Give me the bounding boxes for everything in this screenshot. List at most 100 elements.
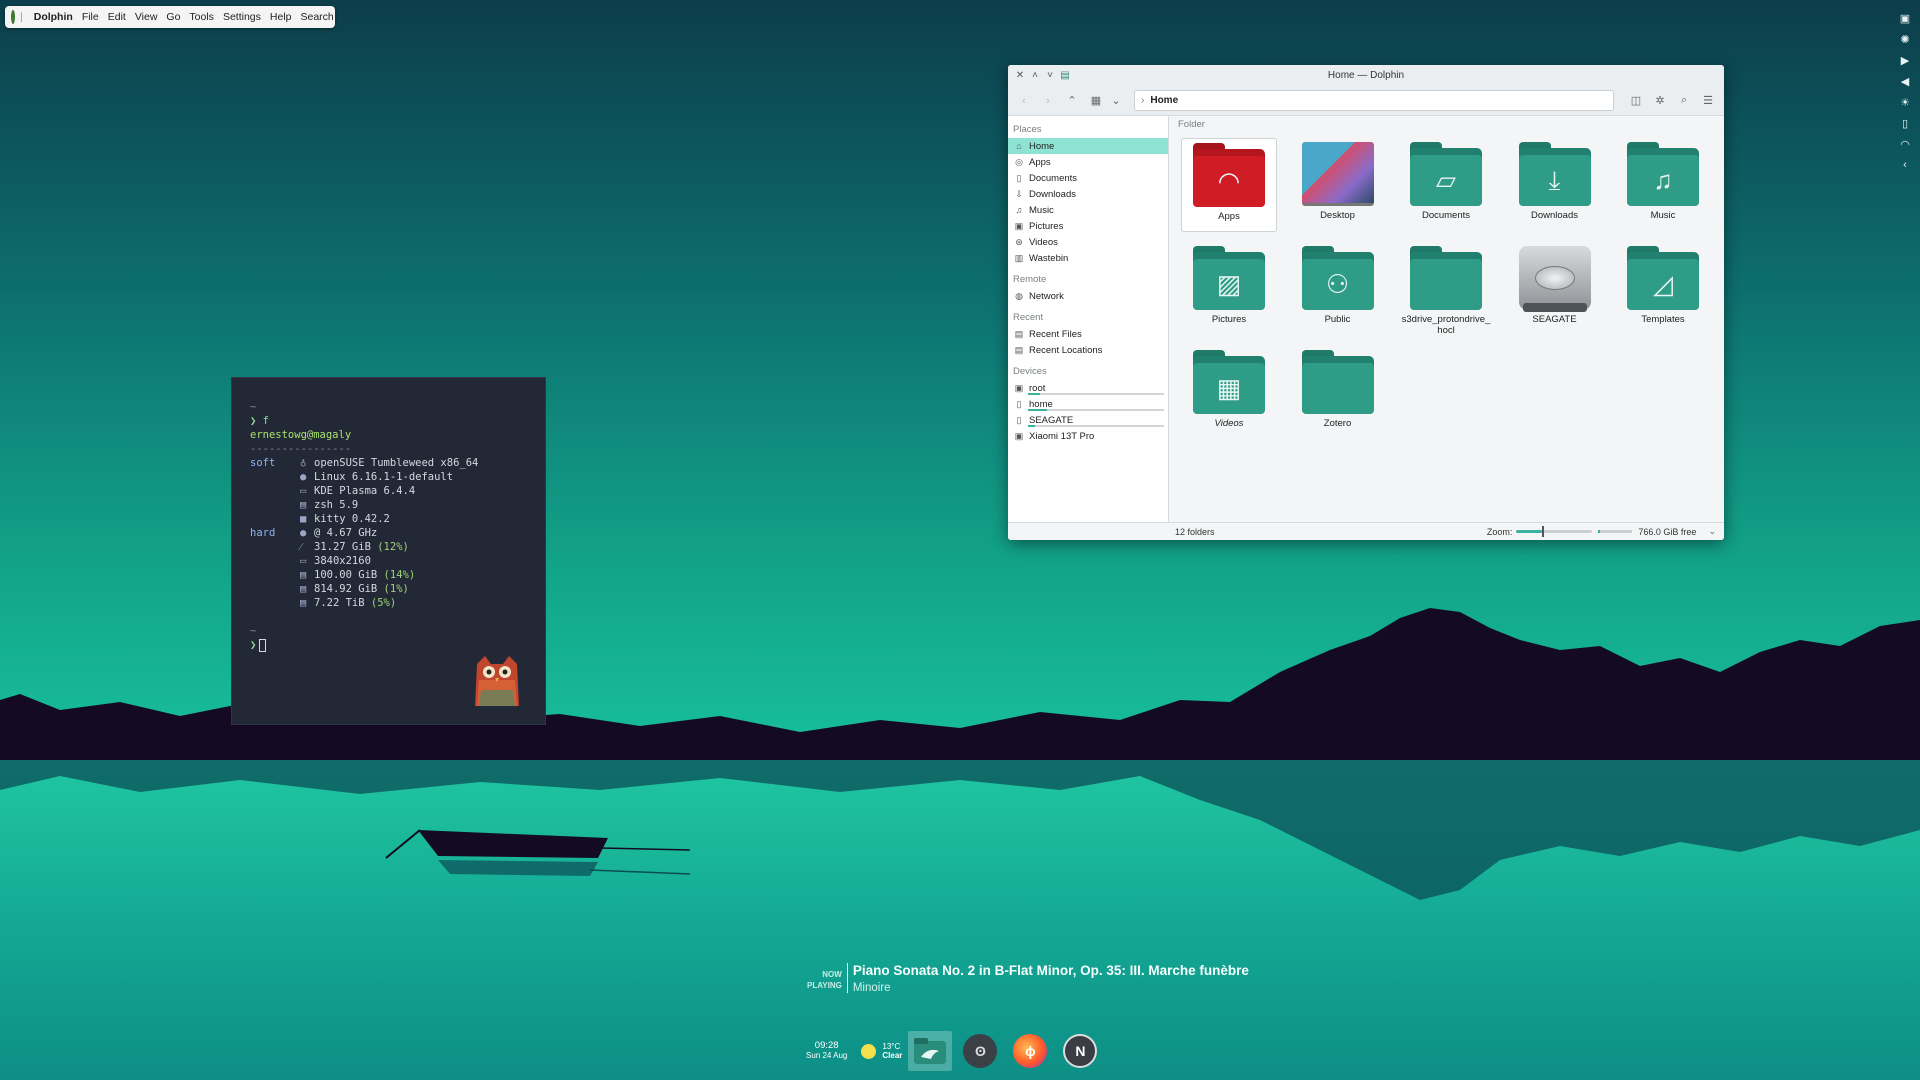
menu-tools[interactable]: Tools — [189, 11, 214, 23]
up-icon[interactable]: ⌃ — [1064, 93, 1080, 109]
apps-folder-icon: ◠ — [1193, 143, 1265, 207]
chevron-left-icon[interactable]: ‹ — [1897, 157, 1913, 173]
menu-view[interactable]: View — [135, 11, 158, 23]
cpu-icon: ● — [300, 527, 307, 539]
application-launcher-icon[interactable] — [11, 10, 15, 24]
menu-go[interactable]: Go — [166, 11, 180, 23]
window-app-icon: ▤ — [1060, 70, 1070, 81]
maximize-icon[interactable]: ˄ — [1029, 70, 1041, 81]
chevron-down-icon[interactable]: ⌄ — [1708, 526, 1716, 537]
places-section-remote: Remote — [1013, 274, 1047, 285]
firefox-app-icon[interactable]: ϕ — [1008, 1031, 1052, 1071]
battery-icon[interactable]: ▯ — [1897, 115, 1913, 131]
terminal-info-value: zsh 5.9 — [314, 499, 359, 511]
file-item[interactable]: Zotero — [1290, 346, 1386, 440]
weather-widget[interactable]: 13°C Clear — [882, 1042, 902, 1060]
sidebar-item-documents[interactable]: ▯ Documents — [1008, 170, 1168, 186]
zoom-slider[interactable] — [1516, 526, 1593, 537]
sidebar-item-recent-files[interactable]: ▤ Recent Files — [1008, 326, 1168, 342]
menu-search[interactable]: Search — [301, 11, 334, 23]
downloads-icon: ⇩ — [1015, 188, 1023, 199]
window-titlebar[interactable]: ✕ ˄ ˅ ▤ Home — Dolphin — [1008, 65, 1724, 86]
minimize-icon[interactable]: ˅ — [1044, 70, 1056, 81]
sidebar-item-home[interactable]: ▯ home — [1008, 396, 1168, 412]
places-section-recent: Recent — [1013, 312, 1044, 323]
file-item-name: SEAGATE — [1532, 314, 1577, 325]
sidebar-item-seagate[interactable]: ▯ SEAGATE — [1008, 412, 1168, 428]
sidebar-item-pictures[interactable]: ▣ Pictures — [1008, 218, 1168, 234]
sidebar-item-root[interactable]: ▣ root — [1008, 380, 1168, 396]
now-playing-widget[interactable]: NOW PLAYING Piano Sonata No. 2 in B-Flat… — [807, 963, 1249, 994]
split-view-icon[interactable]: ◫ — [1628, 93, 1644, 109]
sidebar-item-apps[interactable]: ◎ Apps — [1008, 154, 1168, 170]
forward-icon[interactable]: › — [1040, 93, 1056, 109]
file-item[interactable]: SEAGATE — [1507, 242, 1603, 336]
back-icon[interactable]: ‹ — [1016, 93, 1032, 109]
file-item[interactable]: ▱ Documents — [1398, 138, 1494, 232]
file-item[interactable]: ♫ Music — [1615, 138, 1711, 232]
terminal-window[interactable]: ~ ❯ f ernestowg@magaly ---------------- … — [231, 377, 546, 725]
menu-help[interactable]: Help — [270, 11, 292, 23]
file-item-name: Music — [1650, 210, 1676, 221]
sidebar-item-downloads[interactable]: ⇩ Downloads — [1008, 186, 1168, 202]
file-item[interactable]: ◿ Templates — [1615, 242, 1711, 336]
menu-settings[interactable]: Settings — [223, 11, 261, 23]
terminal-cursor — [259, 638, 267, 652]
location-bar[interactable]: › Home — [1134, 90, 1614, 111]
drive-icon: ▯ — [1016, 398, 1022, 409]
wifi-icon[interactable]: ◠ — [1897, 136, 1913, 152]
media-play-icon[interactable]: ▶ — [1897, 52, 1913, 68]
brightness-icon[interactable]: ✺ — [1897, 31, 1913, 47]
sidebar-item-home[interactable]: ⌂ Home — [1008, 138, 1168, 154]
terminal-soft-section: soft ♁ openSUSE Tumbleweed x86_64 ● Linux 6.… — [250, 456, 527, 526]
terminal-info-value: Linux 6.16.1-1-default — [314, 471, 454, 483]
breadcrumb-home[interactable]: Home — [1150, 95, 1178, 106]
file-item[interactable]: ▦ Videos — [1181, 346, 1277, 440]
file-item[interactable]: ◠ Apps — [1181, 138, 1277, 232]
terminal-info-value: KDE Plasma 6.4.4 — [314, 485, 416, 497]
file-item[interactable]: ▨ Pictures — [1181, 242, 1277, 336]
menu-edit[interactable]: Edit — [108, 11, 126, 23]
filter-icon[interactable]: ✲ — [1652, 93, 1668, 109]
sidebar-item-music[interactable]: ♫ Music — [1008, 202, 1168, 218]
opensuse-icon: ♁ — [300, 457, 307, 469]
file-item[interactable]: ⤓ Downloads — [1507, 138, 1603, 232]
sidebar-item-label: Apps — [1029, 156, 1051, 168]
file-item[interactable]: Desktop — [1290, 138, 1386, 232]
file-item[interactable]: ⚇ Public — [1290, 242, 1386, 336]
sun-icon[interactable]: ☀ — [1897, 94, 1913, 110]
now-label: NOW — [822, 970, 842, 979]
sidebar-item-xiaomi-13t-pro[interactable]: ▣ Xiaomi 13T Pro — [1008, 428, 1168, 444]
terminal-info-value: openSUSE Tumbleweed x86_64 — [314, 457, 479, 469]
weather-sun-icon[interactable] — [861, 1043, 877, 1059]
sidebar-item-wastebin[interactable]: ▥ Wastebin — [1008, 250, 1168, 266]
sidebar-item-network[interactable]: ◍ Network — [1008, 288, 1168, 304]
dolphin-app-icon[interactable] — [908, 1031, 953, 1071]
desktop-folder-icon — [1301, 142, 1374, 206]
weather-temp: 13°C — [882, 1042, 901, 1051]
phone-icon: ▣ — [1014, 430, 1024, 441]
search-icon[interactable]: ⌕ — [1676, 93, 1692, 109]
hamburger-menu-icon[interactable]: ☰ — [1700, 93, 1716, 109]
sidebar-item-recent-locations[interactable]: ▤ Recent Locations — [1008, 342, 1168, 358]
disk-icon: ▤ — [300, 569, 307, 581]
volume-icon[interactable]: ◀ — [1897, 73, 1913, 89]
clock-widget[interactable]: 09:28 Sun 24 Aug — [806, 1041, 847, 1061]
menu-file[interactable]: File — [82, 11, 99, 23]
cat-app-icon[interactable]: ʘ — [958, 1031, 1002, 1071]
sidebar-item-label: home — [1029, 398, 1053, 410]
sidebar-item-videos[interactable]: ⊛ Videos — [1008, 234, 1168, 250]
recent-files-icon: ▤ — [1014, 328, 1024, 339]
notes-icon[interactable]: ▣ — [1897, 10, 1913, 26]
file-item-name: Templates — [1641, 314, 1685, 325]
file-item[interactable]: s3drive_protondrive_hocl — [1398, 242, 1494, 336]
wastebin-icon: ▥ — [1014, 252, 1024, 263]
notion-app-icon[interactable]: N — [1058, 1031, 1102, 1071]
close-icon[interactable]: ✕ — [1014, 70, 1026, 81]
file-item-name: Public — [1324, 314, 1351, 325]
chevron-down-icon[interactable]: ⌄ — [1111, 93, 1120, 109]
view-mode-icon[interactable]: ▦ — [1088, 93, 1104, 109]
file-view[interactable]: Folder ◠ Apps Desktop ▱ Documents ⤓ Downloads ♫… — [1169, 116, 1724, 522]
file-item-name: Pictures — [1211, 314, 1247, 325]
system-tray: ▣ ✺ ▶ ◀ ☀ ▯ ◠ ‹ — [1896, 10, 1914, 173]
